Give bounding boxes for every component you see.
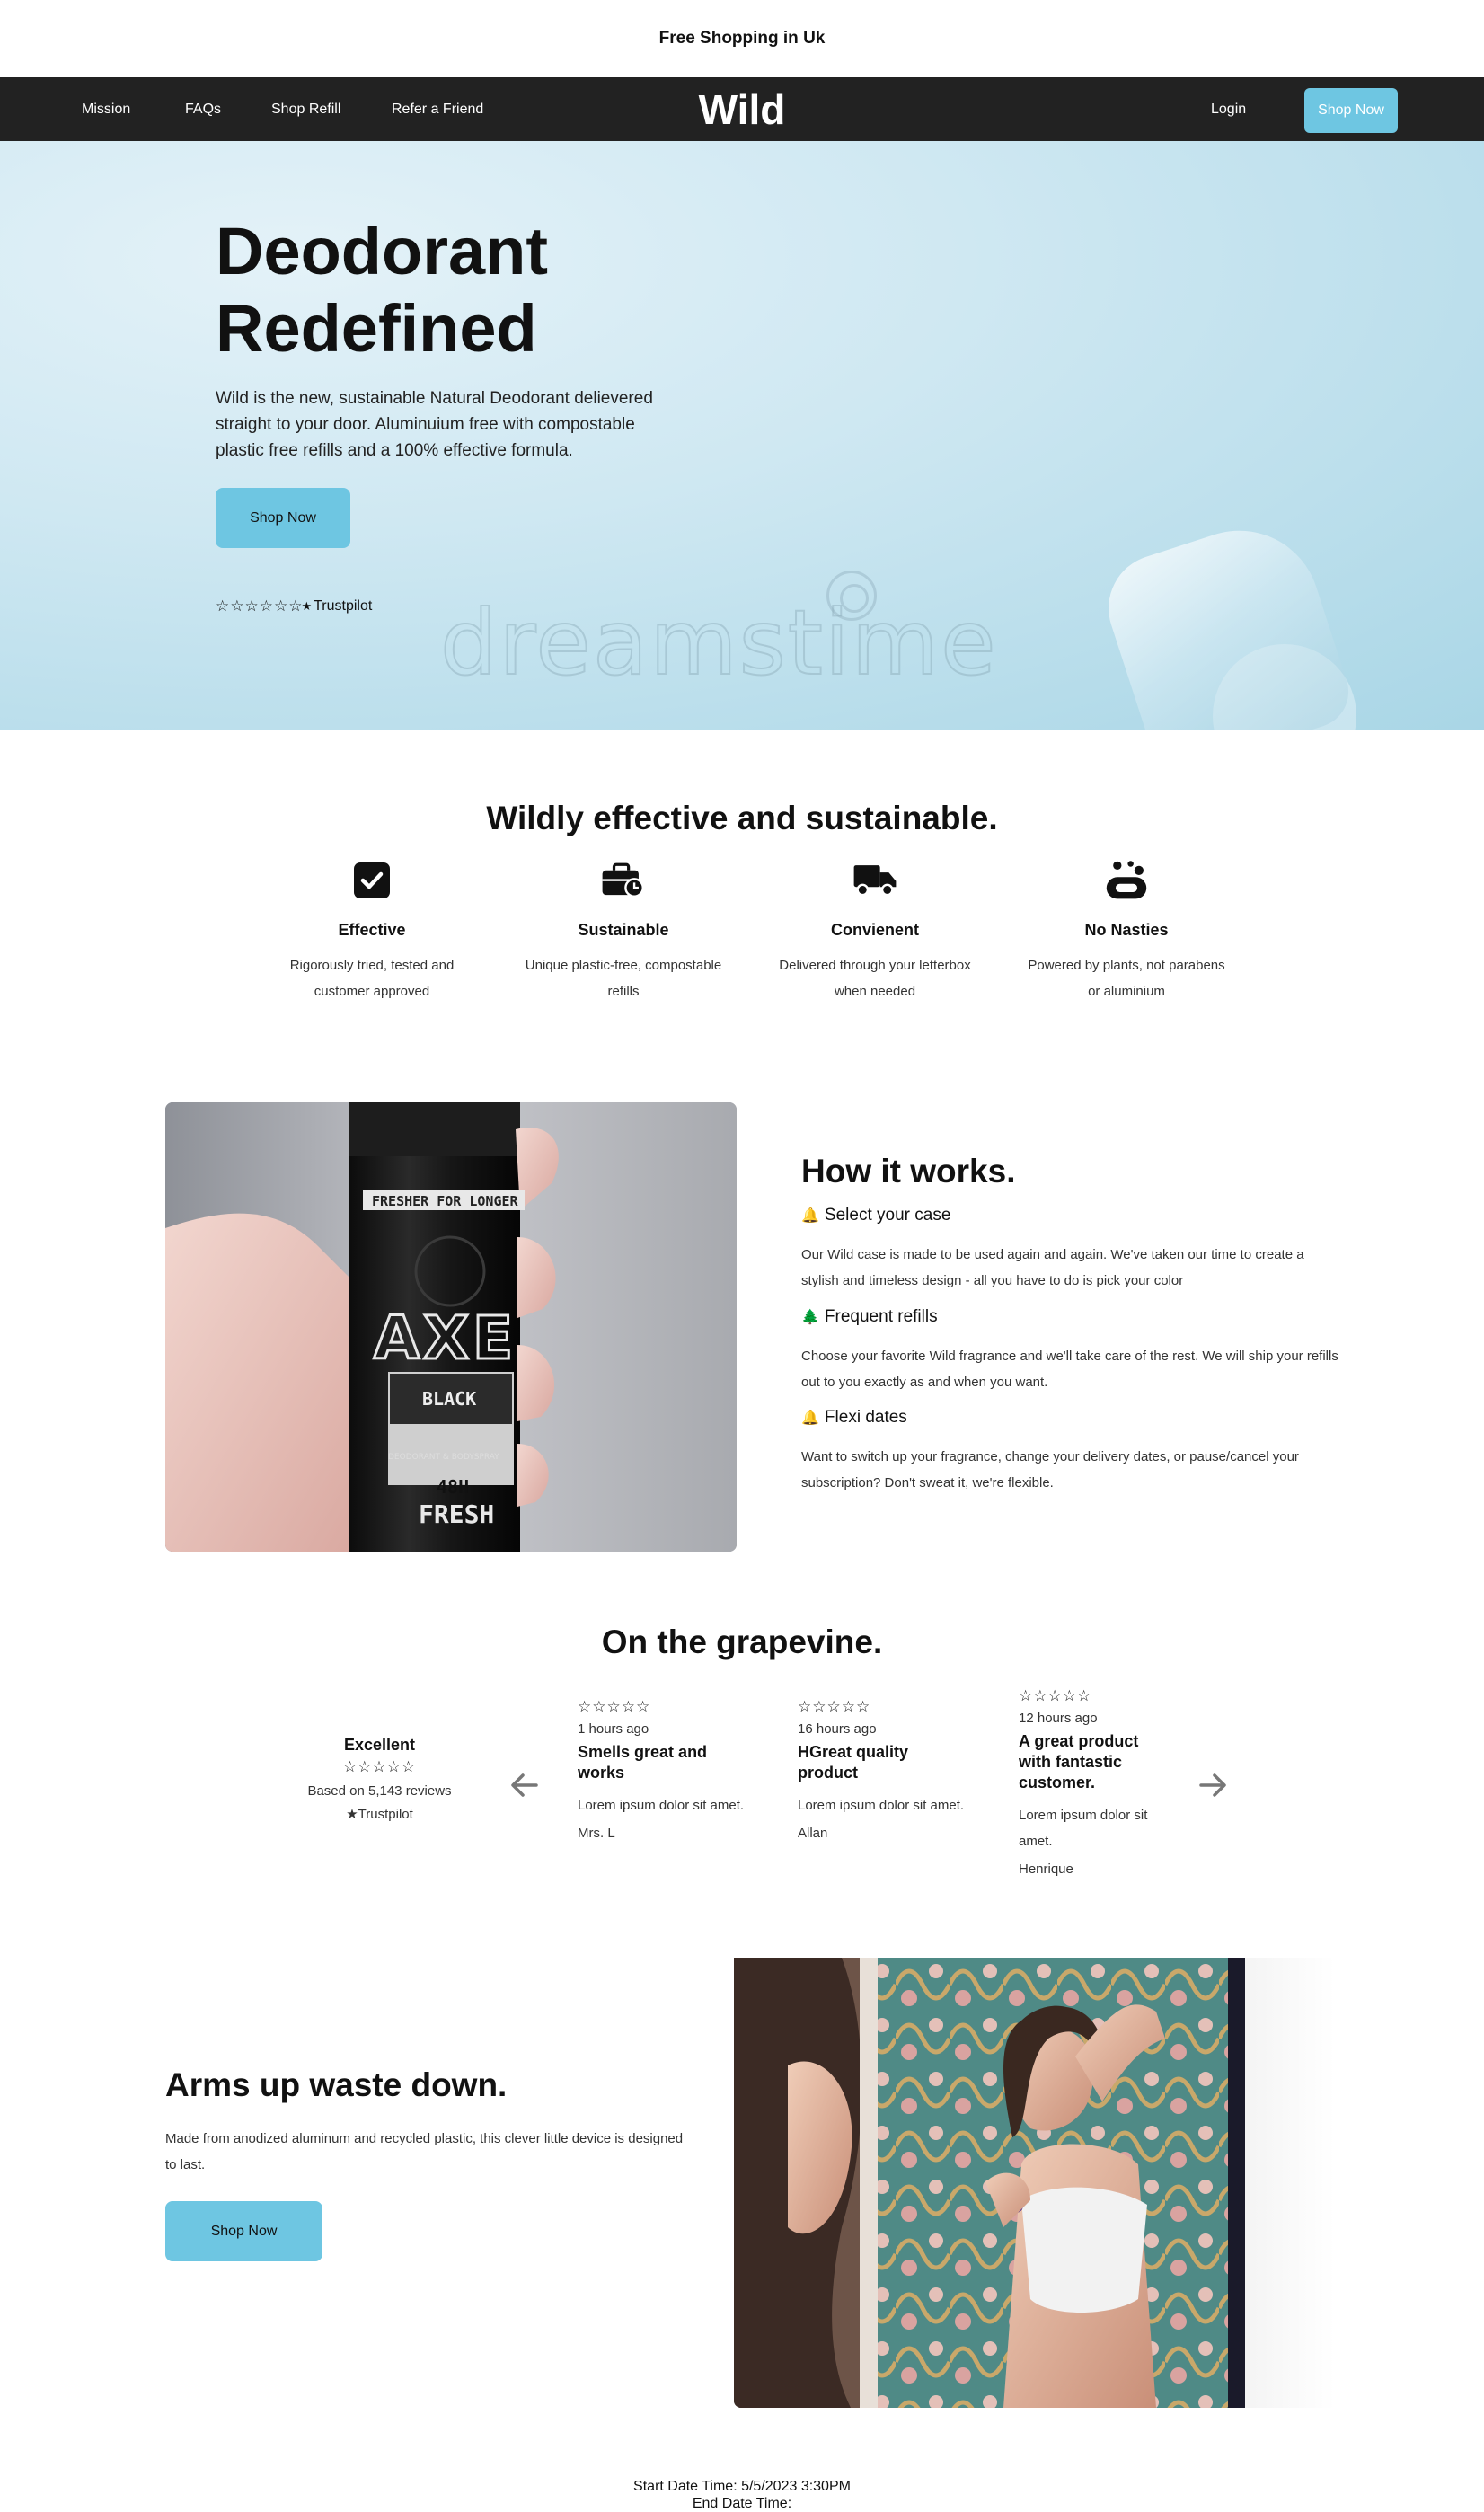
- features-title: Wildly effective and sustainable.: [486, 800, 998, 836]
- can-fresh: FRESH: [419, 1499, 494, 1529]
- nav-link-faqs[interactable]: FAQs: [185, 77, 221, 141]
- nav-shop-now-button[interactable]: Shop Now: [1304, 88, 1398, 133]
- logo-container: Wild: [0, 77, 1484, 141]
- feature-description: Powered by plants, not parabens or alumi…: [1028, 958, 1225, 999]
- hero-trustpilot-label: Trustpilot: [314, 598, 373, 614]
- summary-review-count: Based on 5,143 reviews: [307, 1783, 452, 1799]
- feature-description: Rigorously tried, tested and customer ap…: [289, 958, 455, 999]
- can-hours: 48H: [437, 1476, 469, 1498]
- review-author: Allan: [798, 1826, 828, 1841]
- feature-title: Convienent: [830, 921, 919, 939]
- feature-title: No Nasties: [1084, 921, 1169, 939]
- step-description: Choose your favorite Wild fragrance and …: [801, 1349, 1338, 1390]
- hero-title: Deodorant Redefined: [216, 213, 665, 367]
- event-dates: Start Date Time: 5/5/2023 3:30PM End Dat…: [0, 2478, 1484, 2512]
- promo-bar: Free Shopping in Uk: [0, 0, 1484, 77]
- review-stars: ☆☆☆☆☆: [1019, 1687, 1092, 1704]
- feature-title: Sustainable: [578, 921, 669, 939]
- review-body: Lorem ipsum dolor sit amet.: [798, 1798, 965, 1813]
- review-body: Lorem ipsum dolor sit amet.: [1019, 1808, 1148, 1849]
- woman-applying-deodorant-image: [734, 1958, 1245, 2408]
- hero-title-line1: Deodorant: [216, 214, 548, 288]
- checkbox-icon: [349, 858, 394, 903]
- step-frequent-refills: 🌲 Frequent refills: [801, 1307, 938, 1327]
- step-title: Select your case: [824, 1206, 951, 1225]
- image-fade-edge: [1245, 1958, 1335, 2408]
- hero-bottle-image: [1094, 509, 1358, 730]
- bell-icon: 🔔: [801, 1411, 819, 1426]
- watermark: dreamstime: [439, 589, 998, 696]
- feature-effective: Effective Rigorously tried, tested and c…: [251, 858, 493, 1004]
- how-title: How it works.: [801, 1153, 1016, 1190]
- review-author: Henrique: [1019, 1862, 1073, 1877]
- summary-trustpilot: ★Trustpilot: [296, 1806, 463, 1822]
- step-description: Our Wild case is made to be used again a…: [801, 1247, 1304, 1288]
- review-stars: ☆☆☆☆☆: [798, 1698, 871, 1715]
- summary-trustpilot-label: Trustpilot: [358, 1807, 413, 1822]
- step-title: Frequent refills: [824, 1307, 938, 1326]
- review-title: Smells great and works: [578, 1743, 708, 1782]
- hero-trustpilot-rating: ☆☆☆☆☆☆ ★ Trustpilot: [216, 597, 372, 615]
- can-variant: BLACK: [422, 1388, 476, 1410]
- trustpilot-summary: Excellent ☆☆☆☆☆ Based on 5,143 reviews ★…: [296, 1736, 463, 1822]
- deodorant-can-image: FRESHER FOR LONGER AXE BLACK DEODORANT &…: [165, 1102, 737, 1552]
- can-label-top: FRESHER FOR LONGER: [372, 1193, 519, 1209]
- hero-shop-now-button[interactable]: Shop Now: [216, 488, 350, 548]
- end-date-time: End Date Time:: [692, 2496, 792, 2511]
- arms-shop-now-button[interactable]: Shop Now: [165, 2201, 322, 2261]
- carousel-next-arrow-icon[interactable]: [1197, 1770, 1228, 1800]
- review-stars: ☆☆☆☆☆: [578, 1698, 651, 1715]
- bell-icon: 🔔: [801, 1208, 819, 1224]
- summary-rating-word: Excellent: [343, 1736, 416, 1754]
- trustpilot-star-icon: ★: [301, 599, 313, 613]
- feature-title: Effective: [338, 921, 406, 939]
- review-author: Mrs. L: [578, 1826, 615, 1841]
- soap-icon: [1104, 858, 1149, 903]
- step-description: Want to switch up your fragrance, change…: [801, 1449, 1299, 1490]
- promo-text: Free Shopping in Uk: [658, 29, 826, 48]
- review-time: 12 hours ago: [1019, 1711, 1098, 1726]
- feature-description: Delivered through your letterbox when ne…: [779, 958, 971, 999]
- can-brand: AXE: [374, 1304, 517, 1373]
- logo[interactable]: Wild: [699, 85, 786, 134]
- review-title: A great product with fantastic customer.: [1019, 1732, 1139, 1791]
- carousel-prev-arrow-icon[interactable]: [509, 1770, 540, 1800]
- hero-title-line2: Redefined: [216, 291, 537, 366]
- tree-icon: 🌲: [801, 1310, 819, 1325]
- briefcase-clock-icon: [601, 858, 646, 903]
- login-link[interactable]: Login: [1211, 77, 1246, 141]
- review-card: ☆☆☆☆☆ 12 hours ago A great product with …: [1019, 1687, 1171, 1877]
- review-card: ☆☆☆☆☆ 1 hours ago Smells great and works…: [578, 1698, 748, 1841]
- nav-link-shop-refill[interactable]: Shop Refill: [271, 77, 340, 141]
- review-title: HGreat quality product: [798, 1743, 909, 1782]
- review-time: 1 hours ago: [578, 1721, 649, 1737]
- feature-no-nasties: No Nasties Powered by plants, not parabe…: [1005, 858, 1248, 1004]
- grapevine-title: On the grapevine.: [601, 1623, 883, 1660]
- trustpilot-star-icon: ★: [346, 1807, 358, 1822]
- review-body: Lorem ipsum dolor sit amet.: [578, 1798, 745, 1813]
- review-card: ☆☆☆☆☆ 16 hours ago HGreat quality produc…: [798, 1698, 968, 1841]
- step-select-case: 🔔 Select your case: [801, 1206, 950, 1225]
- arms-description: Made from anodized aluminum and recycled…: [165, 2131, 684, 2172]
- hero-description: Wild is the new, sustainable Natural Deo…: [216, 389, 653, 460]
- truck-icon: [852, 858, 897, 903]
- arms-title: Arms up waste down.: [165, 2066, 508, 2103]
- nav-link-mission[interactable]: Mission: [82, 77, 130, 141]
- review-time: 16 hours ago: [798, 1721, 877, 1737]
- top-navigation: Mission FAQs Shop Refill Refer a Friend …: [0, 77, 1484, 141]
- start-date-time: Start Date Time: 5/5/2023 3:30PM: [633, 2479, 851, 2494]
- hero-rating-stars: ☆☆☆☆☆☆: [216, 597, 304, 615]
- feature-description: Unique plastic-free, compostable refills: [525, 958, 722, 999]
- step-title: Flexi dates: [824, 1408, 907, 1427]
- step-flexi-dates: 🔔 Flexi dates: [801, 1408, 907, 1428]
- feature-convienent: Convienent Delivered through your letter…: [754, 858, 996, 1004]
- nav-link-refer-a-friend[interactable]: Refer a Friend: [392, 77, 483, 141]
- hero-section: dreamstime Deodorant Redefined Wild is t…: [0, 141, 1484, 730]
- summary-stars: ☆☆☆☆☆: [342, 1758, 417, 1775]
- feature-sustainable: Sustainable Unique plastic-free, compost…: [502, 858, 745, 1004]
- can-sub: DEODORANT & BODYSPRAY: [388, 1453, 499, 1462]
